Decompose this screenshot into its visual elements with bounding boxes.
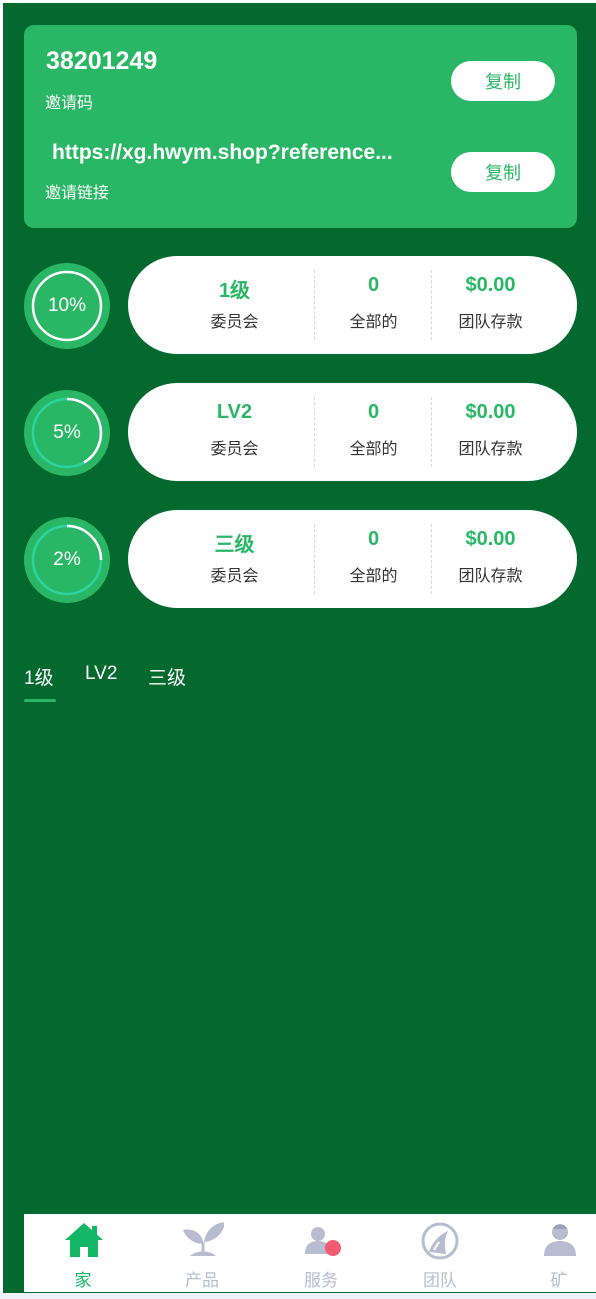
level-label: 委员会: [210, 566, 259, 585]
commission-percent: 2%: [53, 549, 81, 570]
member-count-label: 全部的: [349, 439, 398, 458]
nav-home-label: 家: [74, 1271, 92, 1291]
nav-service[interactable]: 服务: [271, 1214, 371, 1292]
team-deposit: $0.00: [465, 401, 516, 423]
commission-ring: 10%: [24, 263, 110, 349]
level-name: 三级: [214, 534, 255, 556]
nav-team[interactable]: 团队: [390, 1214, 490, 1292]
nav-mine[interactable]: 矿: [509, 1214, 596, 1292]
commission-percent: 5%: [53, 422, 81, 443]
stat-pill: 1级 委员会 0 全部的 $0.00 团队存款: [128, 256, 577, 354]
copy-link-button[interactable]: 复制: [451, 152, 555, 192]
home-icon: [65, 1223, 103, 1257]
invite-code: 38201249: [46, 47, 158, 75]
member-count-label: 全部的: [349, 312, 398, 331]
nav-home[interactable]: 家: [33, 1214, 133, 1292]
member-count: 0: [367, 274, 380, 296]
team-icon: [421, 1222, 459, 1260]
copy-code-button[interactable]: 复制: [451, 61, 555, 101]
invite-link-label: 邀请链接: [45, 183, 110, 202]
level-name: 1级: [218, 280, 251, 302]
tab-level-1[interactable]: 1级: [24, 663, 54, 690]
user-icon: [544, 1224, 576, 1256]
commission-percent: 10%: [47, 295, 87, 316]
app-screen: 38201249 邀请码 复制 https://xg.hwym.shop?ref…: [3, 3, 596, 1293]
active-tab-indicator: [24, 699, 56, 702]
stat-count: 0 全部的: [314, 270, 432, 340]
nav-service-label: 服务: [304, 1271, 338, 1291]
member-count: 0: [367, 401, 380, 423]
level-label: 委员会: [210, 439, 259, 458]
level-label: 委员会: [210, 312, 259, 331]
team-deposit-label: 团队存款: [458, 439, 523, 458]
invite-code-label: 邀请码: [45, 93, 94, 112]
invite-card: 38201249 邀请码 复制 https://xg.hwym.shop?ref…: [24, 25, 577, 228]
level-row-1: 10% 1级 委员会 0 全部的 $0.00 团队存款: [3, 256, 596, 354]
level-name: LV2: [216, 401, 253, 423]
nav-products-label: 产品: [185, 1271, 219, 1291]
team-deposit: $0.00: [465, 528, 516, 550]
nav-team-label: 团队: [423, 1271, 457, 1291]
nav-products[interactable]: 产品: [152, 1214, 252, 1292]
bottom-strip: [0, 1293, 596, 1299]
stat-deposit: $0.00 团队存款: [431, 397, 549, 467]
member-count: 0: [367, 528, 380, 550]
team-deposit-label: 团队存款: [458, 312, 523, 331]
service-icon: [305, 1227, 341, 1256]
member-count-label: 全部的: [349, 566, 398, 585]
nav-mine-label: 矿: [550, 1271, 568, 1291]
stat-pill: 三级 委员会 0 全部的 $0.00 团队存款: [128, 510, 577, 608]
tab-level-3[interactable]: 三级: [148, 663, 186, 690]
sprout-icon: [183, 1222, 224, 1256]
stat-pill: LV2 委员会 0 全部的 $0.00 团队存款: [128, 383, 577, 481]
tab-level-2[interactable]: LV2: [85, 663, 117, 685]
invite-link: https://xg.hwym.shop?reference...: [52, 141, 393, 164]
stat-level: 1级 委员会: [176, 270, 293, 340]
bottom-nav: 家 产品 服务 团队 矿: [24, 1214, 596, 1292]
stat-count: 0 全部的: [314, 397, 432, 467]
stat-deposit: $0.00 团队存款: [431, 270, 549, 340]
level-row-2: 5% LV2 委员会 0 全部的 $0.00 团队存款: [3, 383, 596, 481]
stat-count: 0 全部的: [314, 524, 432, 594]
team-deposit-label: 团队存款: [458, 566, 523, 585]
stat-level: 三级 委员会: [176, 524, 293, 594]
stat-deposit: $0.00 团队存款: [431, 524, 549, 594]
team-deposit: $0.00: [465, 274, 516, 296]
stat-level: LV2 委员会: [176, 397, 293, 467]
commission-ring: 2%: [24, 517, 110, 603]
level-row-3: 2% 三级 委员会 0 全部的 $0.00 团队存款: [3, 510, 596, 608]
commission-ring: 5%: [24, 390, 110, 476]
